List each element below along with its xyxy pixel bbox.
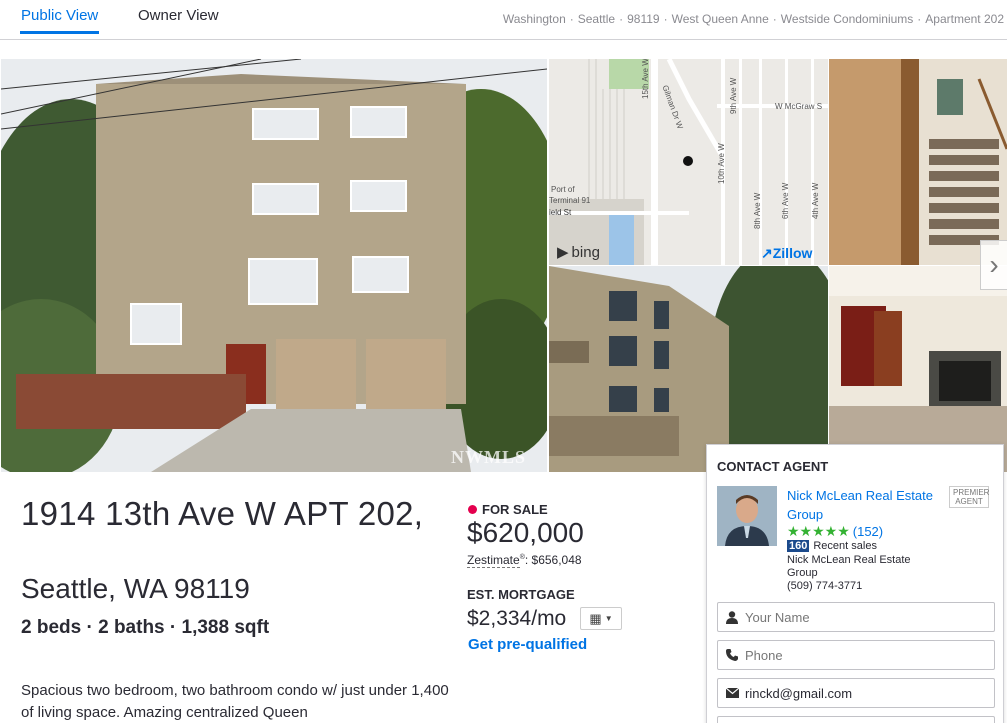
map-place-label: ield St: [549, 208, 572, 217]
zestimate-value: : $656,048: [524, 553, 582, 567]
tab-owner-view[interactable]: Owner View: [138, 7, 219, 24]
user-icon: [725, 610, 739, 624]
map-tile[interactable]: 15th Ave W Gilman Dr W 9th Ave W W McGra…: [549, 59, 828, 265]
facts-separator: ·: [86, 617, 93, 638]
name-input[interactable]: [745, 609, 994, 625]
chevron-right-icon: ›: [989, 249, 999, 280]
address-street: 1914 13th Ave W APT 202,: [21, 495, 424, 532]
building-side-photo[interactable]: [549, 266, 828, 472]
map-street-label: Gilman Dr W: [660, 84, 685, 131]
map-street-label: W McGraw S: [775, 102, 823, 111]
property-facts: 2 beds · 2 baths · 1,388 sqft: [21, 617, 269, 639]
map-place-label: Port of: [551, 185, 575, 194]
top-nav: Public View Owner View Washington · Seattl…: [0, 0, 1007, 40]
review-count-link[interactable]: (152): [853, 524, 883, 539]
breadcrumb-item[interactable]: Washington: [503, 12, 566, 26]
message-field[interactable]: [717, 716, 995, 723]
premier-agent-badge: PREMIER AGENT: [949, 486, 989, 508]
bing-logo: ▶︎ bing: [557, 244, 600, 261]
recent-sales: 160 Recent sales: [787, 540, 877, 552]
facts-separator: ·: [169, 617, 177, 638]
agent-phone: (509) 774-3771: [787, 580, 863, 592]
beds-count: 2 beds: [21, 617, 82, 638]
baths-count: 2 baths: [98, 617, 165, 638]
get-prequalified-link[interactable]: Get pre-qualified: [468, 636, 587, 653]
living-room-photo[interactable]: [829, 266, 1007, 472]
breadcrumb: Washington · Seattle · 98119 · West Queen Anne…: [502, 12, 1004, 26]
map-street-label: 9th Ave W: [729, 77, 738, 114]
phone-field[interactable]: [717, 640, 995, 670]
listing-price: $620,000: [467, 517, 584, 548]
map-street-label: 4th Ave W: [811, 182, 820, 219]
agent-rating: ★★★★★ (152): [787, 523, 883, 540]
recent-sales-label: Recent sales: [813, 540, 877, 552]
breadcrumb-item[interactable]: 98119: [627, 12, 659, 26]
nwmls-watermark: NWMLS: [451, 447, 527, 467]
map-street-label: 15th Ave W: [641, 59, 650, 99]
status-label: FOR SALE: [482, 502, 548, 517]
status-dot-icon: [468, 505, 477, 514]
est-mortgage-value: $2,334/mo: [467, 607, 567, 630]
interior-stairs-photo[interactable]: [829, 59, 1007, 265]
breadcrumb-item[interactable]: Apartment 202: [925, 12, 1004, 26]
chevron-down-icon: ▼: [604, 614, 613, 623]
main-photo[interactable]: NWMLS: [1, 59, 547, 472]
zestimate: Zestimate®: $656,048: [467, 553, 582, 568]
map-street-label: 10th Ave W: [717, 143, 726, 184]
listing-status: FOR SALE: [468, 502, 548, 517]
agent-avatar[interactable]: [717, 486, 777, 546]
breadcrumb-item[interactable]: Westside Condominiums: [781, 12, 914, 26]
map-place-label: Terminal 91: [549, 196, 591, 205]
map-street-label: 6th Ave W: [781, 182, 790, 219]
rating-stars-icon: ★★★★★: [787, 523, 850, 539]
tab-public-view[interactable]: Public View: [19, 7, 100, 34]
calculator-icon: ▦: [589, 610, 602, 626]
zestimate-label[interactable]: Zestimate: [467, 553, 520, 568]
contact-agent-panel: CONTACT AGENT Nick McLean Real Estate Gr…: [706, 444, 1004, 723]
breadcrumb-item[interactable]: West Queen Anne: [672, 12, 769, 26]
email-input[interactable]: [745, 685, 994, 701]
agent-company: Nick McLean Real Estate Group: [787, 554, 911, 579]
listing-description: Spacious two bedroom, two bathroom condo…: [21, 682, 449, 721]
est-mortgage-label: EST. MORTGAGE: [467, 587, 575, 602]
breadcrumb-item[interactable]: Seattle: [578, 12, 615, 26]
name-field[interactable]: [717, 602, 995, 632]
zillow-logo: ↗Zillow: [761, 245, 813, 261]
envelope-icon: [725, 686, 739, 700]
mortgage-calculator-button[interactable]: ▦ ▼: [580, 607, 622, 630]
agent-name-link[interactable]: Nick McLean Real Estate Group: [787, 486, 937, 524]
recent-sales-count: 160: [787, 540, 810, 552]
phone-input[interactable]: [745, 647, 994, 663]
gallery-next-button[interactable]: ›: [980, 240, 1007, 290]
address-city: Seattle, WA 98119: [21, 573, 250, 604]
email-field[interactable]: [717, 678, 995, 708]
phone-icon: [725, 648, 739, 662]
sqft-value: 1,388 sqft: [181, 617, 270, 638]
map-street-label: 8th Ave W: [753, 192, 762, 229]
contact-agent-title: CONTACT AGENT: [717, 459, 829, 474]
